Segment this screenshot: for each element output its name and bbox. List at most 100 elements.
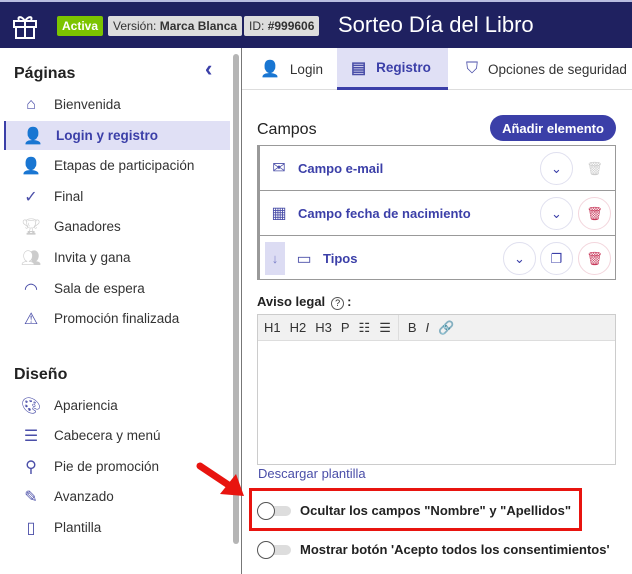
sidebar-item-ganadores[interactable]: 🏆︎ Ganadores [4, 212, 230, 241]
italic-button[interactable]: I [426, 320, 430, 335]
tab-opciones-seguridad[interactable]: ⛉ Opciones de seguridad [466, 48, 627, 90]
sidebar-item-apariencia[interactable]: 🎨︎ Apariencia [4, 391, 230, 420]
sidebar-item-label: Final [54, 189, 84, 204]
trash-icon[interactable]: 🗑︎ [578, 197, 611, 230]
tab-label: Login [289, 61, 323, 77]
version-label: Versión: [113, 19, 157, 33]
sidebar-item-label: Sala de espera [54, 281, 145, 296]
link-icon[interactable]: 🔗 [438, 320, 454, 336]
mail-icon: ✉ [272, 160, 286, 177]
field-row[interactable]: ✉ Campo e-mail ⌄ 🗑︎ [260, 146, 616, 191]
sidebar-item-label: Invita y gana [54, 250, 131, 265]
tab-login[interactable]: 👤 Login [256, 48, 327, 90]
warning-icon: ⚠︎ [23, 310, 39, 328]
h2-button[interactable]: H2 [290, 320, 307, 335]
h3-button[interactable]: H3 [315, 320, 332, 335]
sidebar-item-sala[interactable]: ◠ Sala de espera [4, 274, 230, 303]
collapse-chevron-icon[interactable]: ‹ [205, 56, 212, 82]
status-badge: Activa [57, 16, 104, 36]
bullet-list-icon[interactable]: ☷ [359, 320, 371, 336]
sidebar-item-label: Etapas de participación [54, 158, 195, 173]
campos-heading: Campos [257, 121, 317, 138]
drag-handle-icon[interactable]: ↓ [265, 242, 285, 275]
check-icon: ✓ [24, 188, 38, 206]
paragraph-button[interactable]: P [341, 320, 350, 335]
footer-icon: ⚲ [25, 458, 37, 476]
version-badge: Versión: Marca Blanca [108, 16, 243, 36]
design-heading: Diseño [14, 366, 68, 383]
pages-heading: Páginas [14, 65, 76, 82]
gift-icon [13, 16, 37, 39]
sidebar-item-label: Bienvenida [54, 97, 121, 112]
form-icon: ▭ [296, 250, 312, 268]
page-title: Sorteo Día del Libro [338, 12, 534, 37]
tab-label: Opciones de seguridad [488, 61, 627, 77]
numbered-list-icon[interactable]: ☰ [379, 320, 391, 336]
sidebar-item-login[interactable]: 👤 Login y registro [4, 121, 230, 150]
id-label: ID: [249, 19, 265, 33]
h1-button[interactable]: H1 [264, 320, 281, 335]
sidebar-item-label: Avanzado [54, 489, 114, 504]
sidebar-item-etapas[interactable]: 👤 Etapas de participación [4, 151, 230, 180]
tab-bar: 👤 Login ▤ Registro ⛉ Opciones de seguridad [242, 48, 632, 90]
sidebar-item-bienvenida[interactable]: ⌂ Bienvenida [4, 90, 230, 119]
id-value: #999606 [267, 19, 315, 33]
legal-label-suffix: : [347, 294, 352, 309]
sidebar-item-label: Login y registro [56, 128, 159, 143]
sidebar-item-cabecera[interactable]: ☰ Cabecera y menú [4, 421, 230, 450]
field-row[interactable]: ▦ Campo fecha de nacimiento ⌄ 🗑︎ [260, 191, 616, 236]
clipboard-icon: ▤ [351, 59, 367, 77]
tab-label: Registro [376, 60, 431, 75]
sidebar-item-plantilla[interactable]: ▯ Plantilla [4, 513, 230, 542]
copy-icon[interactable]: ❐ [540, 242, 573, 275]
sidebar-item-label: Pie de promoción [54, 459, 160, 474]
file-icon: ▯ [26, 519, 36, 537]
accept-all-toggle[interactable] [257, 541, 291, 559]
trophy-icon: 🏆︎ [20, 218, 42, 236]
home-icon: ⌂ [26, 95, 36, 113]
version-value: Marca Blanca [159, 19, 238, 33]
gauge-icon: ◠ [24, 280, 38, 298]
sidebar-item-final[interactable]: ✓ Final [4, 182, 230, 211]
calendar-icon: ▦ [271, 205, 287, 222]
user-login-icon: 👤 [260, 61, 280, 78]
user-add-icon: 👤 [21, 157, 41, 175]
help-icon[interactable]: ? [331, 297, 345, 310]
edit-icon: ✎ [24, 488, 38, 506]
bold-button[interactable]: B [408, 320, 417, 335]
sidebar-item-label: Promoción finalizada [54, 311, 180, 326]
id-badge: ID: #999606 [244, 16, 320, 36]
field-label: Tipos [323, 251, 358, 266]
menu-icon: ☰ [23, 427, 39, 445]
user-login-icon: 👤 [23, 127, 43, 145]
legal-label: Aviso legal?: [257, 294, 352, 310]
sidebar-item-label: Cabecera y menú [54, 428, 161, 443]
sidebar-item-promocion-finalizada[interactable]: ⚠︎ Promoción finalizada [4, 304, 230, 333]
trash-icon[interactable]: 🗑︎ [578, 242, 611, 275]
hide-name-toggle[interactable] [257, 502, 291, 520]
expand-chevron-icon[interactable]: ⌄ [540, 197, 573, 230]
download-template-link[interactable]: Descargar plantilla [258, 466, 366, 481]
sidebar-item-label: Apariencia [54, 398, 118, 413]
field-label: Campo fecha de nacimiento [298, 205, 471, 221]
legal-label-text: Aviso legal [257, 294, 326, 309]
toolbar-divider [397, 314, 399, 341]
red-arrow-annotation [196, 462, 244, 496]
tab-registro[interactable]: ▤ Registro [337, 48, 448, 90]
sidebar-item-label: Ganadores [54, 219, 121, 234]
legal-editor[interactable]: H1 H2 H3 P ☷ ☰ B I 🔗 [257, 314, 616, 465]
sidebar-item-invita[interactable]: 👥︎ Invita y gana [4, 243, 230, 272]
expand-chevron-icon[interactable]: ⌄ [540, 152, 573, 185]
trash-icon: 🗑︎ [578, 152, 611, 185]
expand-chevron-icon[interactable]: ⌄ [503, 242, 536, 275]
sidebar-item-label: Plantilla [54, 520, 102, 535]
field-label: Campo e-mail [298, 160, 384, 176]
add-element-button[interactable]: Añadir elemento [490, 115, 616, 141]
users-icon: 👥︎ [20, 249, 42, 267]
field-row[interactable]: ↓ ▭ Tipos ⌄ ❐ 🗑︎ [260, 236, 616, 281]
shield-icon: ⛉ [466, 60, 479, 77]
editor-toolbar: H1 H2 H3 P ☷ ☰ B I 🔗 [258, 314, 615, 341]
app-header: Activa Versión: Marca Blanca ID: #999606… [0, 0, 632, 48]
hide-name-label: Ocultar los campos "Nombre" y "Apellidos… [300, 503, 571, 518]
palette-icon: 🎨︎ [20, 397, 42, 415]
